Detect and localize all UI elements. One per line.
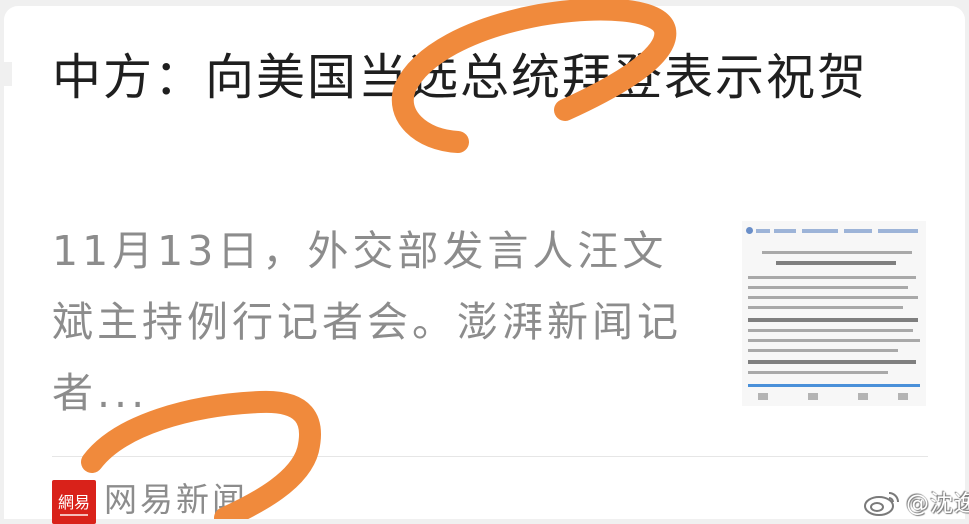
card-notch	[4, 62, 12, 86]
thumbnail-footer	[748, 393, 920, 401]
article-thumbnail[interactable]	[742, 221, 926, 406]
source-name[interactable]: 网易新闻	[104, 480, 248, 520]
netease-logo-icon: 網易	[52, 480, 96, 524]
weibo-icon	[864, 492, 899, 516]
news-card[interactable]: 中方：向美国当选总统拜登表示祝贺 11月13日，外交部发言人汪文斌主持例行记者会…	[4, 6, 969, 524]
article-title[interactable]: 中方：向美国当选总统拜登表示祝贺	[52, 46, 932, 110]
logo-text: 網易	[58, 493, 90, 512]
watermark-text: @沈逸	[906, 491, 969, 517]
article-summary: 11月13日，外交部发言人汪文斌主持例行记者会。澎湃新闻记者...	[52, 227, 682, 417]
thumbnail-header	[746, 227, 922, 235]
thumbnail-highlight-bar	[748, 384, 920, 387]
divider	[52, 456, 928, 457]
